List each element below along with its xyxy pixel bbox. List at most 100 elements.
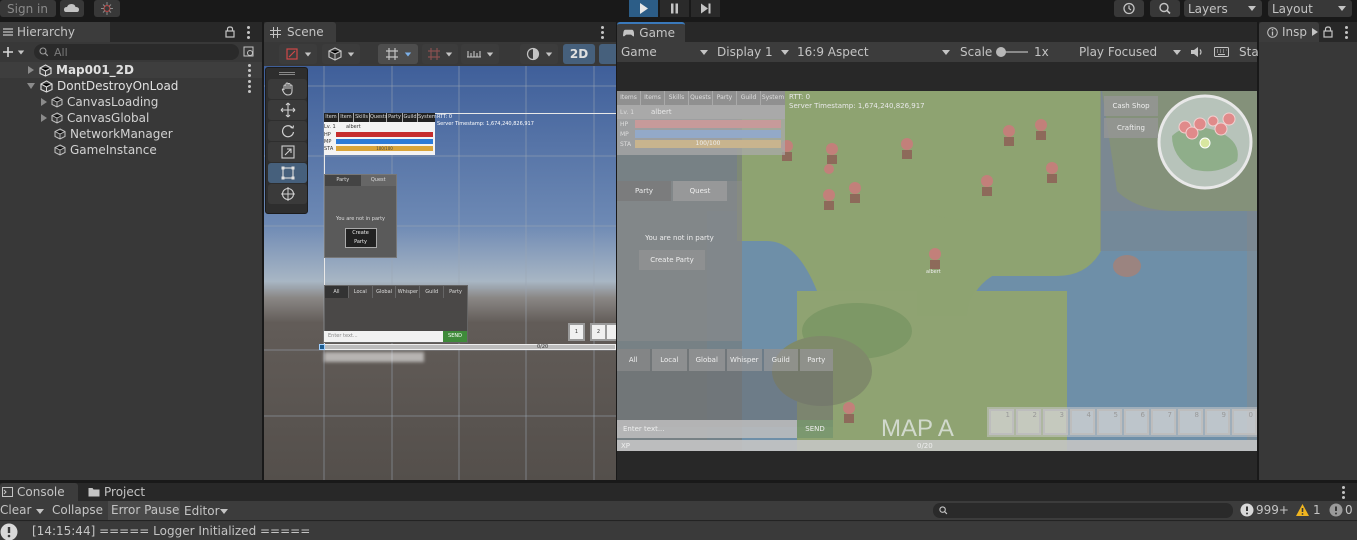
hud-hotkey-slot[interactable]: 0 bbox=[1232, 409, 1257, 435]
hud-hotkey-slot[interactable]: 2 bbox=[1016, 409, 1041, 435]
search-button[interactable] bbox=[1150, 0, 1180, 17]
scene-menu-tab[interactable]: Item bbox=[324, 113, 339, 122]
scene-menu-tab[interactable]: Quests bbox=[370, 113, 387, 122]
step-button[interactable] bbox=[691, 0, 720, 17]
hud-menu-tab[interactable]: Items bbox=[641, 91, 665, 105]
scene-menu-tab[interactable]: Item bbox=[339, 113, 354, 122]
scale-tool-button[interactable] bbox=[268, 142, 307, 162]
hud-hotkey-slot[interactable]: 4 bbox=[1070, 409, 1095, 435]
hud-menu-tab[interactable]: Quests bbox=[689, 91, 713, 105]
hud-chat-tab[interactable]: Global bbox=[689, 349, 725, 371]
row-menu-icon[interactable] bbox=[247, 80, 251, 93]
expand-arrow-icon[interactable] bbox=[41, 98, 47, 106]
console-menu-icon[interactable] bbox=[1341, 486, 1345, 499]
row-menu-icon[interactable] bbox=[247, 64, 251, 77]
hierarchy-menu-icon[interactable] bbox=[246, 26, 250, 39]
hud-chat-tab[interactable]: Party bbox=[799, 349, 834, 371]
hud-party-tab[interactable]: Party bbox=[617, 181, 671, 201]
tab-hierarchy[interactable]: Hierarchy bbox=[0, 22, 110, 42]
hud-chat-tab[interactable]: Whisper bbox=[726, 349, 762, 371]
speaker-icon[interactable] bbox=[1190, 46, 1204, 58]
game-viewport[interactable]: Items Items Skills Quests Party Guild Sy… bbox=[617, 91, 1257, 451]
scene-menu-tab[interactable]: Skills bbox=[354, 113, 370, 122]
play-button[interactable] bbox=[629, 0, 658, 17]
hud-chat-tab[interactable]: Guild bbox=[763, 349, 798, 371]
hud-chat-input[interactable]: Enter text... bbox=[617, 420, 797, 438]
scene-viewport[interactable]: Item Item Skills Quests Party Guild Syst… bbox=[264, 66, 616, 480]
pause-button[interactable] bbox=[660, 0, 689, 17]
scene-more-button[interactable] bbox=[599, 44, 616, 64]
editor-dropdown[interactable]: Editor bbox=[184, 502, 230, 520]
hud-menu-tab[interactable]: System bbox=[761, 91, 785, 105]
scene-menu-tab[interactable]: System bbox=[418, 113, 437, 122]
hud-menu-tab[interactable]: Guild bbox=[737, 91, 761, 105]
hud-menu-tab[interactable]: Skills bbox=[665, 91, 689, 105]
draw-mode-button[interactable] bbox=[279, 44, 317, 64]
scene-send-button[interactable]: SEND bbox=[443, 331, 467, 342]
history-button[interactable] bbox=[1114, 0, 1144, 17]
view-options-button[interactable] bbox=[520, 44, 558, 64]
toggle-2d-button[interactable]: 2D bbox=[563, 44, 595, 64]
tree-row-gameinstance[interactable]: GameInstance bbox=[0, 142, 262, 158]
scene-chat-tab[interactable]: All bbox=[325, 286, 348, 298]
lock-icon[interactable] bbox=[1323, 26, 1333, 38]
tab-inspector[interactable]: Insp bbox=[1259, 22, 1319, 42]
drag-handle-icon[interactable] bbox=[278, 71, 295, 75]
collapse-button[interactable]: Collapse bbox=[52, 503, 103, 517]
warning-count-toggle[interactable]: 1 bbox=[1295, 503, 1321, 517]
hud-create-party-button[interactable]: Create Party bbox=[639, 250, 705, 270]
hud-hotkey-slot[interactable]: 7 bbox=[1151, 409, 1176, 435]
shading-button[interactable] bbox=[322, 44, 360, 64]
scene-create-party-button[interactable]: Create Party bbox=[344, 228, 377, 248]
chevron-down-icon[interactable] bbox=[36, 509, 44, 514]
transform-tool-button[interactable] bbox=[268, 184, 307, 204]
ruler-button[interactable] bbox=[461, 44, 499, 64]
grid-snap-button[interactable] bbox=[378, 44, 418, 64]
hud-hotkey-slot[interactable]: 6 bbox=[1124, 409, 1149, 435]
move-tool-button[interactable] bbox=[268, 100, 307, 120]
tree-row-map001[interactable]: Map001_2D bbox=[0, 62, 262, 78]
tab-console[interactable]: Console bbox=[0, 483, 78, 501]
game-view-dropdown[interactable]: Game bbox=[621, 43, 708, 61]
sign-in-button[interactable]: Sign in bbox=[0, 0, 56, 17]
tab-scene[interactable]: Scene bbox=[264, 22, 336, 42]
tree-row-canvasglobal[interactable]: CanvasGlobal bbox=[0, 110, 262, 126]
tree-row-canvasloading[interactable]: CanvasLoading bbox=[0, 94, 262, 110]
rotate-tool-button[interactable] bbox=[268, 121, 307, 141]
scene-hotkey-slot[interactable]: 1 bbox=[568, 323, 585, 341]
console-log-row[interactable]: [14:15:44] ===== Logger Initialized ====… bbox=[0, 522, 1357, 540]
create-button[interactable] bbox=[0, 42, 28, 62]
scene-menu-tab[interactable]: Party bbox=[387, 113, 403, 122]
crafting-button[interactable]: Crafting bbox=[1104, 118, 1158, 138]
layout-dropdown[interactable]: Layout bbox=[1268, 0, 1352, 17]
hud-quest-tab[interactable]: Quest bbox=[673, 181, 727, 201]
hud-hotkey-slot[interactable]: 3 bbox=[1043, 409, 1068, 435]
hud-menu-tab[interactable]: Items bbox=[617, 91, 641, 105]
tab-project[interactable]: Project bbox=[86, 483, 156, 501]
hud-hotkey-slot[interactable]: 5 bbox=[1097, 409, 1122, 435]
increment-snap-button[interactable] bbox=[422, 44, 458, 64]
scene-chat-tab[interactable]: Party bbox=[443, 286, 467, 298]
inspector-menu-icon[interactable] bbox=[1344, 26, 1348, 39]
expand-arrow-icon[interactable] bbox=[28, 66, 34, 74]
scene-search-icon[interactable] bbox=[243, 46, 255, 58]
hud-send-button[interactable]: SEND bbox=[797, 420, 833, 438]
rect-tool-button[interactable] bbox=[268, 163, 307, 183]
aspect-dropdown[interactable]: 16:9 Aspect bbox=[797, 43, 950, 61]
hud-hotkey-slot[interactable]: 8 bbox=[1178, 409, 1203, 435]
tree-row-dontdestroyonload[interactable]: DontDestroyOnLoad bbox=[0, 78, 262, 94]
scene-rect-handle[interactable] bbox=[319, 344, 325, 350]
scene-party-tab[interactable]: Party bbox=[325, 175, 361, 186]
play-focused-dropdown[interactable]: Play Focused bbox=[1079, 43, 1181, 61]
hud-menu-tab[interactable]: Party bbox=[713, 91, 737, 105]
display-dropdown[interactable]: Display 1 bbox=[717, 43, 789, 61]
lock-icon[interactable] bbox=[225, 26, 235, 38]
hud-hotkey-slot[interactable]: 9 bbox=[1205, 409, 1230, 435]
scale-slider-thumb[interactable] bbox=[996, 47, 1006, 57]
scene-chat-tab[interactable]: Global bbox=[371, 286, 396, 298]
console-search-input[interactable] bbox=[933, 503, 1233, 518]
keyboard-icon[interactable] bbox=[1214, 47, 1229, 57]
scene-quest-tab[interactable]: Quest bbox=[360, 175, 396, 186]
hud-hotkey-slot[interactable]: 1 bbox=[989, 409, 1014, 435]
hud-chat-tab[interactable]: Local bbox=[651, 349, 688, 371]
